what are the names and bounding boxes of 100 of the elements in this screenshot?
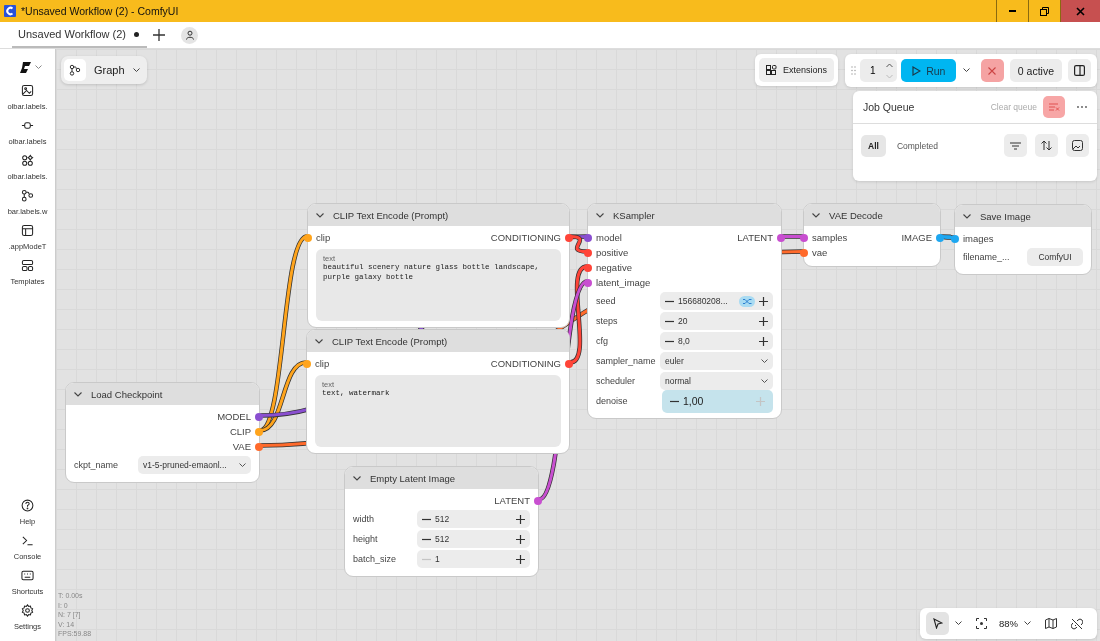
shapes-icon (21, 154, 34, 167)
widget-label: denoise (596, 396, 629, 406)
collapse-chevron-icon[interactable] (596, 212, 604, 218)
graph-node[interactable]: Save Image images filename_... ComfyUI (954, 204, 1092, 275)
slot-label: clip (315, 358, 330, 369)
filter-icon (1010, 141, 1021, 150)
number-input[interactable]: 1,00 (662, 389, 773, 413)
output-slot-dot[interactable] (565, 233, 573, 242)
collapse-chevron-icon[interactable] (812, 212, 820, 218)
number-input[interactable]: 512 (417, 510, 530, 528)
active-jobs-button[interactable]: 0 active (1009, 59, 1062, 82)
input-slot-dot[interactable] (800, 248, 808, 257)
gallery-button[interactable] (1066, 134, 1089, 157)
sort-icon (1041, 140, 1052, 151)
slot-label: LATENT (494, 495, 530, 506)
minimize-icon (1009, 10, 1016, 12)
dropdown[interactable]: normal (660, 372, 773, 390)
workflow-icon (64, 59, 86, 81)
slot-label: CLIP (229, 426, 251, 437)
input-slot-dot[interactable] (800, 233, 808, 242)
window-title: *Unsaved Workflow (2) - ComfyUI (21, 5, 179, 17)
logo-icon (19, 61, 32, 74)
filter-tab[interactable]: Completed (889, 134, 945, 157)
increment-icon[interactable] (516, 514, 525, 524)
input-slot-dot[interactable] (951, 234, 959, 243)
close-icon (988, 66, 997, 75)
collapse-chevron-icon[interactable] (316, 212, 324, 218)
input-slot-dot[interactable] (304, 233, 312, 242)
output-slot-dot[interactable] (534, 496, 542, 505)
node-canvas[interactable] (56, 49, 1100, 641)
dropdown[interactable]: euler (660, 352, 773, 370)
output-slot-dot[interactable] (565, 359, 573, 368)
collapse-chevron-icon[interactable] (74, 391, 82, 397)
input-slot-dot[interactable] (584, 263, 592, 272)
graph-node[interactable]: KSampler model LATENT positive negative latent_image seed 156680208... steps 20 cfg 8,0 sampler_name euler scheduler normal denoise 1,00 (587, 203, 782, 419)
cancel-button[interactable] (981, 59, 1004, 82)
input-slot-dot[interactable] (584, 278, 592, 287)
dropdown[interactable]: v1-5-pruned-emaonl... (138, 456, 251, 474)
chevron-down-icon[interactable] (963, 68, 971, 73)
zoom-level[interactable]: 88% (999, 618, 1018, 629)
number-input[interactable]: 8,0 (660, 332, 773, 350)
panel-toggle-button[interactable] (1068, 59, 1091, 82)
panel-title: Job Queue (863, 101, 915, 113)
output-slot-dot[interactable] (255, 442, 263, 451)
widget-label: seed (596, 296, 617, 306)
number-input[interactable]: 512 (417, 530, 530, 548)
chevron-down-icon[interactable] (1024, 621, 1031, 626)
batch-count-input[interactable]: 1 (859, 59, 898, 82)
add-tab-icon[interactable] (153, 29, 165, 41)
increment-icon[interactable] (516, 534, 525, 544)
help-icon (21, 499, 34, 512)
output-slot-dot[interactable] (255, 427, 263, 436)
widget-label: steps (596, 316, 619, 326)
number-input[interactable]: 1 (417, 550, 530, 568)
input-slot-dot[interactable] (584, 233, 592, 242)
shuffle-icon[interactable] (739, 295, 755, 307)
widget-label: scheduler (596, 376, 637, 386)
chevron-down-icon[interactable] (955, 621, 962, 626)
output-slot-dot[interactable] (777, 233, 785, 242)
increment-icon[interactable] (759, 296, 768, 306)
slot-label: IMAGE (901, 232, 932, 243)
increment-icon[interactable] (759, 336, 768, 346)
link-off-icon[interactable] (1071, 617, 1083, 630)
graph-node[interactable]: VAE Decode samples IMAGE vae (803, 203, 941, 267)
map-icon[interactable] (1045, 618, 1057, 629)
filter-tab[interactable]: All (861, 134, 886, 157)
slot-label: VAE (232, 441, 251, 452)
collapse-chevron-icon[interactable] (353, 475, 361, 481)
node-link (941, 234, 954, 240)
slot-label: CONDITIONING (490, 358, 561, 369)
slot-label: latent_image (596, 277, 651, 288)
extensions-button[interactable]: Extensions (759, 58, 835, 82)
logo-menu-button[interactable] (19, 61, 42, 74)
fit-view-icon[interactable] (976, 618, 987, 629)
input-slot-dot[interactable] (584, 248, 592, 257)
run-button[interactable]: Run (901, 59, 957, 82)
slot-label: samples (812, 232, 848, 243)
user-avatar-icon[interactable] (181, 26, 198, 44)
input-slot-dot[interactable] (303, 359, 311, 368)
collapse-chevron-icon[interactable] (315, 338, 323, 344)
collapse-chevron-icon[interactable] (963, 213, 971, 219)
output-slot-dot[interactable] (936, 233, 944, 242)
number-input[interactable]: 20 (660, 312, 773, 330)
graph-node[interactable]: Empty Latent Image LATENT width 512 height 512 batch_size 1 (344, 466, 539, 577)
drag-handle-icon[interactable] (851, 66, 856, 75)
graph-menu-button[interactable]: Graph (61, 56, 147, 84)
widget-label: batch_size (353, 554, 398, 564)
increment-icon[interactable] (759, 316, 768, 326)
sort-button[interactable] (1035, 134, 1058, 157)
number-input[interactable]: 156680208... (660, 292, 773, 310)
text-input[interactable]: ComfyUI (1027, 248, 1083, 266)
graph-node[interactable]: Load Checkpoint MODEL CLIP VAE ckpt_name v1-5-pruned-emaonl... (65, 382, 260, 483)
clear-queue-button[interactable] (1043, 96, 1065, 118)
select-tool-button[interactable] (926, 612, 949, 635)
widget-label: filename_... (963, 252, 1011, 262)
increment-icon[interactable] (516, 554, 525, 564)
chevron-down-icon (35, 65, 42, 70)
output-slot-dot[interactable] (255, 412, 263, 421)
number-value: 1,00 (683, 395, 704, 407)
filter-button[interactable] (1004, 134, 1027, 157)
